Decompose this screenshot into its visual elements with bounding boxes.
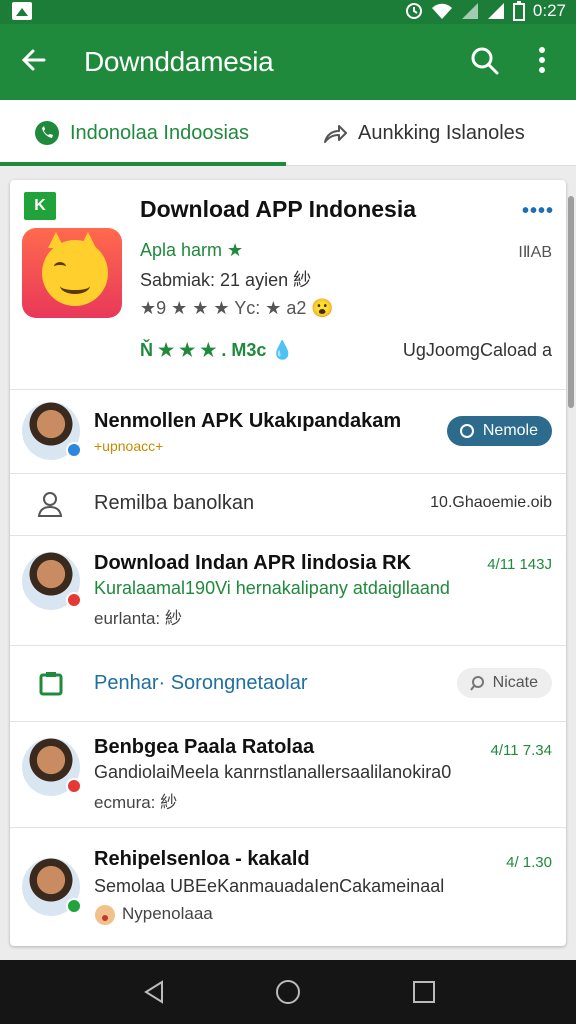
back-arrow-icon[interactable] — [20, 46, 48, 81]
button-label: Nemole — [482, 422, 538, 439]
status-icons: 0:27 — [405, 1, 566, 21]
app-header-section: K Download APP Indonesia •••• Apla harm … — [10, 180, 566, 390]
list-item[interactable]: Rehipelsenloa - kakald 4/ 1.30 Semolaa U… — [10, 828, 566, 946]
app-meta-1: Apla harm ★ — [140, 240, 244, 260]
app-icon — [22, 228, 122, 318]
more-options-icon[interactable] — [530, 46, 554, 78]
recents-nav-icon[interactable] — [410, 978, 438, 1006]
item-meta: 10.Ghaoemie.oib — [430, 494, 552, 511]
app-size: IⅡAB — [518, 244, 552, 261]
tab-indonolaa[interactable]: Indonolaa Indoosias — [34, 100, 249, 166]
item-time: 4/11 7.34 — [490, 742, 552, 759]
item-title: Remilba banolkan — [94, 492, 255, 514]
item-title: Download Indan APR lindosia RK — [94, 552, 412, 574]
tab-bar: Indonolaa Indoosias Aunkking Islanoles — [0, 100, 576, 166]
button-label: Nicate — [492, 674, 538, 691]
status-bar: 0:27 — [0, 0, 576, 24]
tab-aunkking[interactable]: Aunkking Islanoles — [322, 100, 525, 166]
app-name: Download APP Indonesia — [140, 196, 417, 222]
item-subtitle: GandiolaiMeela kanrnstlanallersaalilanok… — [94, 762, 452, 782]
emoji-icon — [95, 905, 115, 925]
phone-icon — [35, 121, 59, 145]
smiley-face-icon — [42, 240, 108, 306]
status-badge — [66, 778, 82, 794]
item-subtitle: Semolaa UBEeKanmauadaIenCakameinaal — [94, 876, 445, 896]
app-title: Downddamesia — [84, 46, 274, 77]
share-icon — [324, 125, 347, 143]
avatar — [22, 552, 82, 610]
app-bar: Downddamesia — [0, 24, 576, 100]
person-icon — [37, 492, 63, 517]
status-time: 0:27 — [532, 1, 566, 20]
list-item[interactable]: Nenmollen APK Ukakıpandakam +upnoacc+ Ne… — [10, 390, 566, 474]
back-nav-icon[interactable] — [140, 978, 168, 1006]
search-icon[interactable] — [470, 46, 502, 78]
tab-label: Indonolaa Indoosias — [70, 121, 250, 144]
item-subtitle: +upnoacc+ — [94, 438, 164, 454]
item-subtitle-2: Nypenolaaa — [122, 904, 213, 923]
list-item[interactable]: Remilba banolkan 10.Ghaoemie.oib — [10, 474, 566, 536]
avatar — [22, 402, 82, 460]
item-title: Benbgea Paala Ratolaa — [94, 736, 315, 758]
item-time: 4/11 143J — [487, 556, 552, 573]
clipboard-icon — [39, 672, 63, 696]
signal-icon — [461, 3, 478, 19]
search-small-icon — [469, 676, 484, 691]
status-badge — [66, 592, 82, 608]
scrollbar[interactable] — [568, 196, 574, 408]
tab-indicator — [0, 162, 286, 166]
avatar — [22, 738, 82, 796]
item-title: Nenmollen APK Ukakıpandakam — [94, 410, 402, 432]
notify-button[interactable]: Nicate — [456, 668, 552, 698]
wifi-icon — [431, 3, 452, 19]
tab-label: Aunkking Islanoles — [358, 121, 525, 144]
status-badge — [66, 898, 82, 914]
item-subtitle-2: ecmura: 紗 — [94, 793, 178, 812]
app-card: K Download APP Indonesia •••• Apla harm … — [10, 180, 566, 946]
k-badge: K — [24, 192, 56, 220]
list-item[interactable]: Penhar· Sorongnetaolar Nicate — [10, 646, 566, 722]
item-time: 4/ 1.30 — [506, 854, 552, 871]
avatar — [22, 858, 82, 916]
app-rating-line-2: Ň ★ ★ ★ . M3c 💧 — [140, 340, 294, 360]
notification-icon — [12, 2, 32, 20]
system-nav-bar — [0, 960, 576, 1024]
home-nav-icon[interactable] — [274, 978, 302, 1006]
list-item[interactable]: Benbgea Paala Ratolaa 4/11 7.34 Gandiola… — [10, 722, 566, 828]
app-meta-2: Sabmiak: 21 ayien 紗 — [140, 270, 312, 290]
item-subtitle-2: eurlanta: 紗 — [94, 609, 182, 628]
chat-icon — [459, 424, 474, 438]
signal-icon-2 — [487, 3, 504, 19]
battery-icon — [512, 1, 525, 21]
overflow-dots-icon[interactable]: •••• — [522, 200, 554, 223]
list-item[interactable]: Download Indan APR lindosia RK 4/11 143J… — [10, 536, 566, 646]
item-subtitle: Kuralaamal190Vi hernakalipany atdaigllaa… — [94, 578, 450, 598]
remove-button[interactable]: Nemole — [446, 416, 552, 446]
item-title: Penhar· Sorongnetaolar — [94, 672, 308, 694]
item-title: Rehipelsenloa - kakald — [94, 848, 310, 870]
download-label[interactable]: UgJoomgCaload a — [403, 340, 552, 361]
online-badge — [66, 442, 82, 458]
alarm-icon — [405, 3, 422, 19]
app-rating-line: ★9 ★ ★ ★ Yc: ★ a2 😮 — [140, 298, 334, 318]
